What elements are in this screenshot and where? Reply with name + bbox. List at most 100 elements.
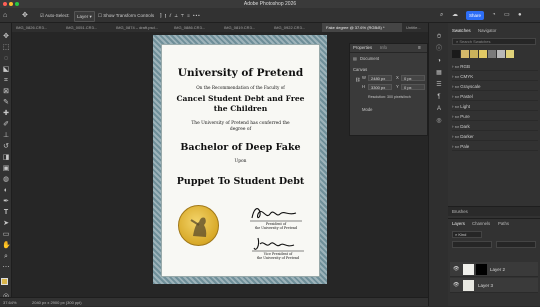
link-dimensions-icon[interactable]: ⛓ bbox=[355, 77, 360, 83]
tab-doc-5[interactable]: IMG_0819.CR3... bbox=[220, 23, 275, 32]
history-icon[interactable]: ⏱ bbox=[434, 33, 444, 41]
swatch-color-3[interactable] bbox=[470, 50, 478, 58]
move-tool-icon[interactable]: ✥ bbox=[2, 33, 10, 41]
folder-label: Pure bbox=[460, 114, 470, 119]
tab-doc-2[interactable]: IMG_0051.CR3... bbox=[62, 23, 117, 32]
move-tool-icon[interactable]: ✥ bbox=[22, 11, 28, 20]
history-brush-tool-icon[interactable]: ↺ bbox=[2, 143, 10, 151]
layer-row[interactable]: 👁 Layer 2 bbox=[450, 262, 538, 277]
swatch-folder[interactable]: › ▭ Pale bbox=[452, 142, 538, 151]
color-icon[interactable]: ◎ bbox=[434, 117, 444, 125]
show-transform-label: Show Transform Controls bbox=[103, 13, 155, 18]
layer-select-dropdown[interactable]: Layer ▾ bbox=[74, 11, 95, 22]
notification-icon[interactable]: ◔ bbox=[492, 11, 496, 20]
zoom-tool-icon[interactable]: ⌕ bbox=[2, 253, 10, 261]
certificate-degree: Bachelor of Deep Fake bbox=[180, 142, 301, 153]
blur-tool-icon[interactable]: ◍ bbox=[2, 176, 10, 184]
tab-paths[interactable]: Paths bbox=[498, 220, 509, 228]
layer-filter-dropdown[interactable]: ⌕ Kind bbox=[452, 231, 482, 238]
swatch-folder[interactable]: › ▭ Grayscale bbox=[452, 82, 538, 91]
swatch-folder[interactable]: › ▭ RGB bbox=[452, 62, 538, 71]
clone-stamp-tool-icon[interactable]: ⊥ bbox=[2, 132, 10, 140]
workspace-icon[interactable]: ▭ bbox=[504, 11, 510, 20]
crop-tool-icon[interactable]: ⌗ bbox=[2, 77, 10, 85]
height-input[interactable]: 3300 px bbox=[368, 84, 392, 90]
profile-icon[interactable]: ● bbox=[518, 11, 522, 20]
paragraph-icon[interactable]: ¶ bbox=[434, 93, 444, 101]
panel-icon-strip: ⏱ ⓘ ◑ ▦ ☰ ¶ A ◎ bbox=[428, 23, 448, 306]
layer-row[interactable]: 👁 Layer 3 bbox=[450, 278, 538, 293]
marquee-tool-icon[interactable]: ⬚ bbox=[2, 44, 10, 52]
tab-doc-6[interactable]: IMG_0922.CR3... bbox=[270, 23, 327, 32]
swatch-color-7[interactable] bbox=[506, 50, 514, 58]
swatch-folder[interactable]: › ▭ Pastel bbox=[452, 92, 538, 101]
swatch-color-1[interactable] bbox=[452, 50, 460, 58]
blend-mode-dropdown[interactable] bbox=[452, 241, 492, 248]
swatch-folder[interactable]: › ▭ Dark bbox=[452, 122, 538, 131]
width-input[interactable]: 2480 px bbox=[368, 75, 392, 81]
tab-doc-4[interactable]: IMG_0886.CR3... bbox=[170, 23, 225, 32]
hand-tool-icon[interactable]: ✋ bbox=[2, 242, 11, 250]
show-transform-checkbox[interactable]: ☐ Show Transform Controls bbox=[98, 11, 154, 20]
tab-channels[interactable]: Channels bbox=[472, 220, 490, 228]
brush-tool-icon[interactable]: ✐ bbox=[2, 121, 10, 129]
status-bar: 37.64% 2040 px x 2900 px (300 ppi) bbox=[0, 297, 428, 306]
dodge-tool-icon[interactable]: ◐ bbox=[2, 187, 10, 195]
share-button[interactable]: Share bbox=[466, 11, 484, 20]
eye-icon[interactable]: 👁 bbox=[453, 278, 459, 293]
tab-properties[interactable]: Properties bbox=[353, 44, 372, 52]
y-input[interactable]: 0 px bbox=[401, 84, 425, 90]
tab-navigator[interactable]: Navigator bbox=[478, 27, 496, 35]
eye-icon[interactable]: 👁 bbox=[453, 262, 459, 277]
tab-doc-3[interactable]: IMG_0874 – draft.psd... bbox=[112, 23, 175, 32]
opacity-input[interactable] bbox=[496, 241, 536, 248]
folder-label: Grayscale bbox=[460, 84, 481, 89]
gradient-tool-icon[interactable]: ▣ bbox=[2, 165, 10, 173]
adjustments-icon[interactable]: ◑ bbox=[434, 57, 444, 65]
search-icon[interactable]: ⌕ bbox=[440, 11, 443, 20]
align-icons[interactable]: ⫿ ⫾ ⫽ ⊥ ⊤ ≡ ••• bbox=[160, 11, 201, 20]
swatch-color-6[interactable] bbox=[497, 50, 505, 58]
swatch-search-input[interactable]: ⌕ Search Swatches bbox=[452, 38, 536, 45]
character-icon[interactable]: A bbox=[434, 105, 444, 113]
foreground-color-swatch[interactable] bbox=[1, 278, 8, 285]
swatch-color-5[interactable] bbox=[488, 50, 496, 58]
pen-tool-icon[interactable]: ✒ bbox=[2, 198, 10, 206]
tab-doc-1[interactable]: IMG_0826.CR3... bbox=[12, 23, 67, 32]
layer-select-value: Layer bbox=[77, 14, 89, 19]
eraser-tool-icon[interactable]: ◨ bbox=[2, 154, 10, 162]
swatch-color-4[interactable] bbox=[479, 50, 487, 58]
home-icon[interactable]: ⌂ bbox=[3, 11, 7, 20]
swatch-folder[interactable]: › ▭ Light bbox=[452, 102, 538, 111]
rectangle-tool-icon[interactable]: ▭ bbox=[2, 231, 10, 239]
cloud-icon[interactable]: ☁ bbox=[452, 11, 458, 20]
object-select-tool-icon[interactable]: ⬕ bbox=[2, 66, 10, 74]
libraries-icon[interactable]: ▦ bbox=[434, 69, 444, 77]
lasso-tool-icon[interactable]: ◌ bbox=[2, 55, 10, 63]
spot-healing-tool-icon[interactable]: ✚ bbox=[2, 110, 10, 118]
tools-panel: ✥ ⬚ ◌ ⬕ ⌗ ⊠ ✎ ✚ ✐ ⊥ ↺ ◨ ▣ ◍ ◐ ✒ T ➤ ▭ ✋ … bbox=[0, 23, 12, 306]
more-tools-icon[interactable]: ⋯ bbox=[2, 264, 10, 272]
path-select-tool-icon[interactable]: ➤ bbox=[2, 220, 10, 228]
tab-brushes[interactable]: Brushes bbox=[452, 208, 468, 216]
swatch-folder[interactable]: › ▭ Darker bbox=[452, 132, 538, 141]
tab-doc-active[interactable]: Fake degree @ 37.6% (RGB/8) * bbox=[322, 23, 407, 32]
tab-info[interactable]: Info bbox=[380, 44, 387, 52]
swatch-color-2[interactable] bbox=[461, 50, 469, 58]
tab-swatches[interactable]: Swatches bbox=[452, 27, 471, 35]
panel-menu-icon[interactable]: ≡ bbox=[418, 44, 421, 52]
swatch-folder[interactable]: › ▭ Pure bbox=[452, 112, 538, 121]
folder-label: Pastel bbox=[460, 94, 473, 99]
frame-tool-icon[interactable]: ⊠ bbox=[2, 88, 10, 96]
x-input[interactable]: 0 px bbox=[401, 75, 425, 81]
swatch-search-placeholder: Search Swatches bbox=[459, 39, 491, 44]
info-icon[interactable]: ⓘ bbox=[434, 45, 444, 53]
auto-select-checkbox[interactable]: ☑ Auto-Select: bbox=[40, 11, 70, 20]
seal-figure-icon bbox=[190, 217, 207, 237]
certificate-conferred-line2: degree of bbox=[229, 127, 252, 132]
eyedropper-tool-icon[interactable]: ✎ bbox=[2, 99, 10, 107]
swatch-folder[interactable]: › ▭ CMYK bbox=[452, 72, 538, 81]
properties-icon[interactable]: ☰ bbox=[434, 81, 444, 89]
type-tool-icon[interactable]: T bbox=[2, 209, 10, 217]
tab-layers[interactable]: Layers bbox=[452, 220, 465, 228]
